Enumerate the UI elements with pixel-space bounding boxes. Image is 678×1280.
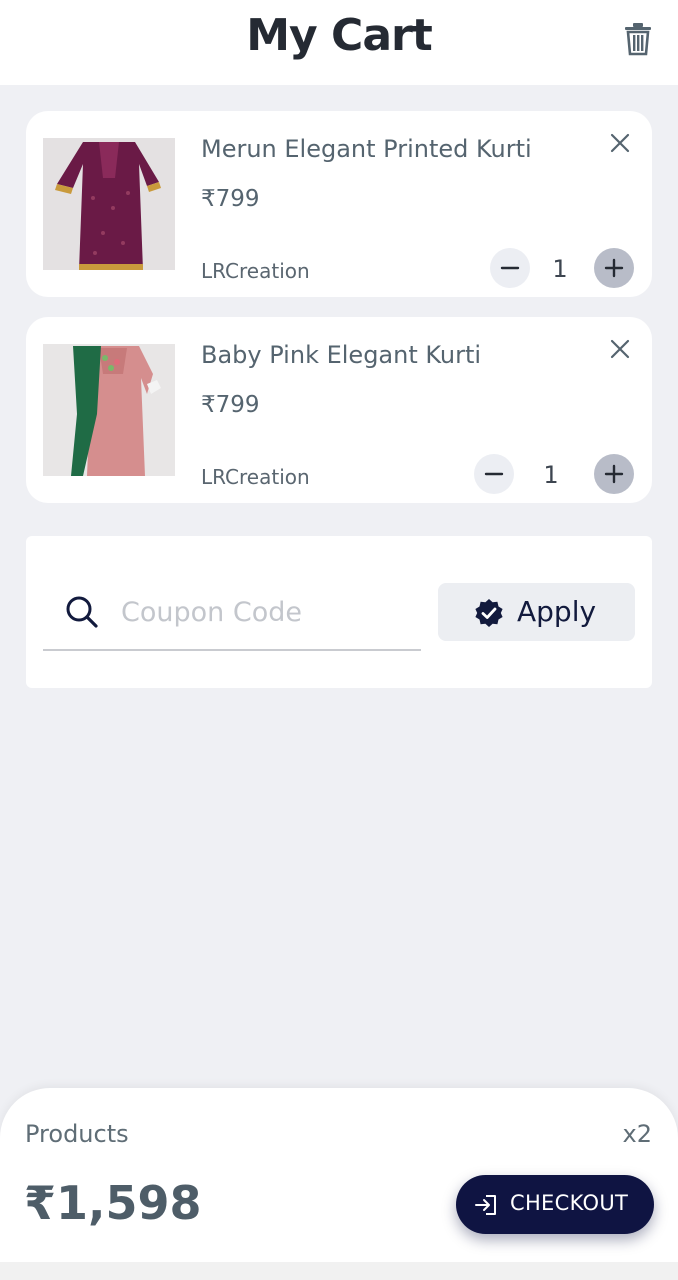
page-title: My Cart (246, 10, 433, 61)
verified-badge-icon (474, 598, 504, 632)
app-header: My Cart (0, 0, 678, 85)
product-seller: LRCreation (201, 259, 310, 283)
products-label: Products (25, 1120, 129, 1148)
products-count: x2 (622, 1120, 652, 1148)
quantity-increase-button[interactable] (594, 454, 634, 494)
product-image[interactable] (43, 138, 175, 270)
cart-item: Baby Pink Elegant Kurti ₹799 LRCreation … (26, 317, 652, 503)
close-icon[interactable] (608, 337, 632, 361)
plus-icon (604, 464, 624, 484)
total-price: ₹1,598 (24, 1176, 202, 1230)
quantity-increase-button[interactable] (594, 248, 634, 288)
checkout-button[interactable]: CHECKOUT (456, 1175, 654, 1234)
quantity-decrease-button[interactable] (490, 248, 530, 288)
coupon-input[interactable] (121, 590, 411, 634)
product-title[interactable]: Merun Elegant Printed Kurti (201, 135, 532, 163)
checkout-label: CHECKOUT (510, 1191, 629, 1215)
apply-button[interactable]: Apply (438, 583, 635, 641)
quantity-value: 1 (543, 461, 559, 489)
product-image[interactable] (43, 344, 175, 476)
login-icon (474, 1194, 498, 1220)
cart-item: Merun Elegant Printed Kurti ₹799 LRCreat… (26, 111, 652, 297)
search-icon (65, 595, 99, 633)
close-icon[interactable] (608, 131, 632, 155)
apply-label: Apply (517, 595, 597, 628)
checkout-summary: Products x2 ₹1,598 CHECKOUT (0, 1088, 678, 1280)
trash-icon[interactable] (624, 22, 652, 56)
product-price: ₹799 (201, 186, 260, 212)
coupon-field[interactable] (43, 576, 421, 651)
coupon-section: Apply (26, 536, 652, 688)
product-seller: LRCreation (201, 465, 310, 489)
system-nav-bar (0, 1262, 678, 1280)
plus-icon (604, 258, 624, 278)
quantity-decrease-button[interactable] (474, 454, 514, 494)
minus-icon (484, 472, 504, 476)
minus-icon (500, 266, 520, 270)
product-price: ₹799 (201, 392, 260, 418)
product-title[interactable]: Baby Pink Elegant Kurti (201, 341, 481, 369)
quantity-value: 1 (552, 255, 568, 283)
